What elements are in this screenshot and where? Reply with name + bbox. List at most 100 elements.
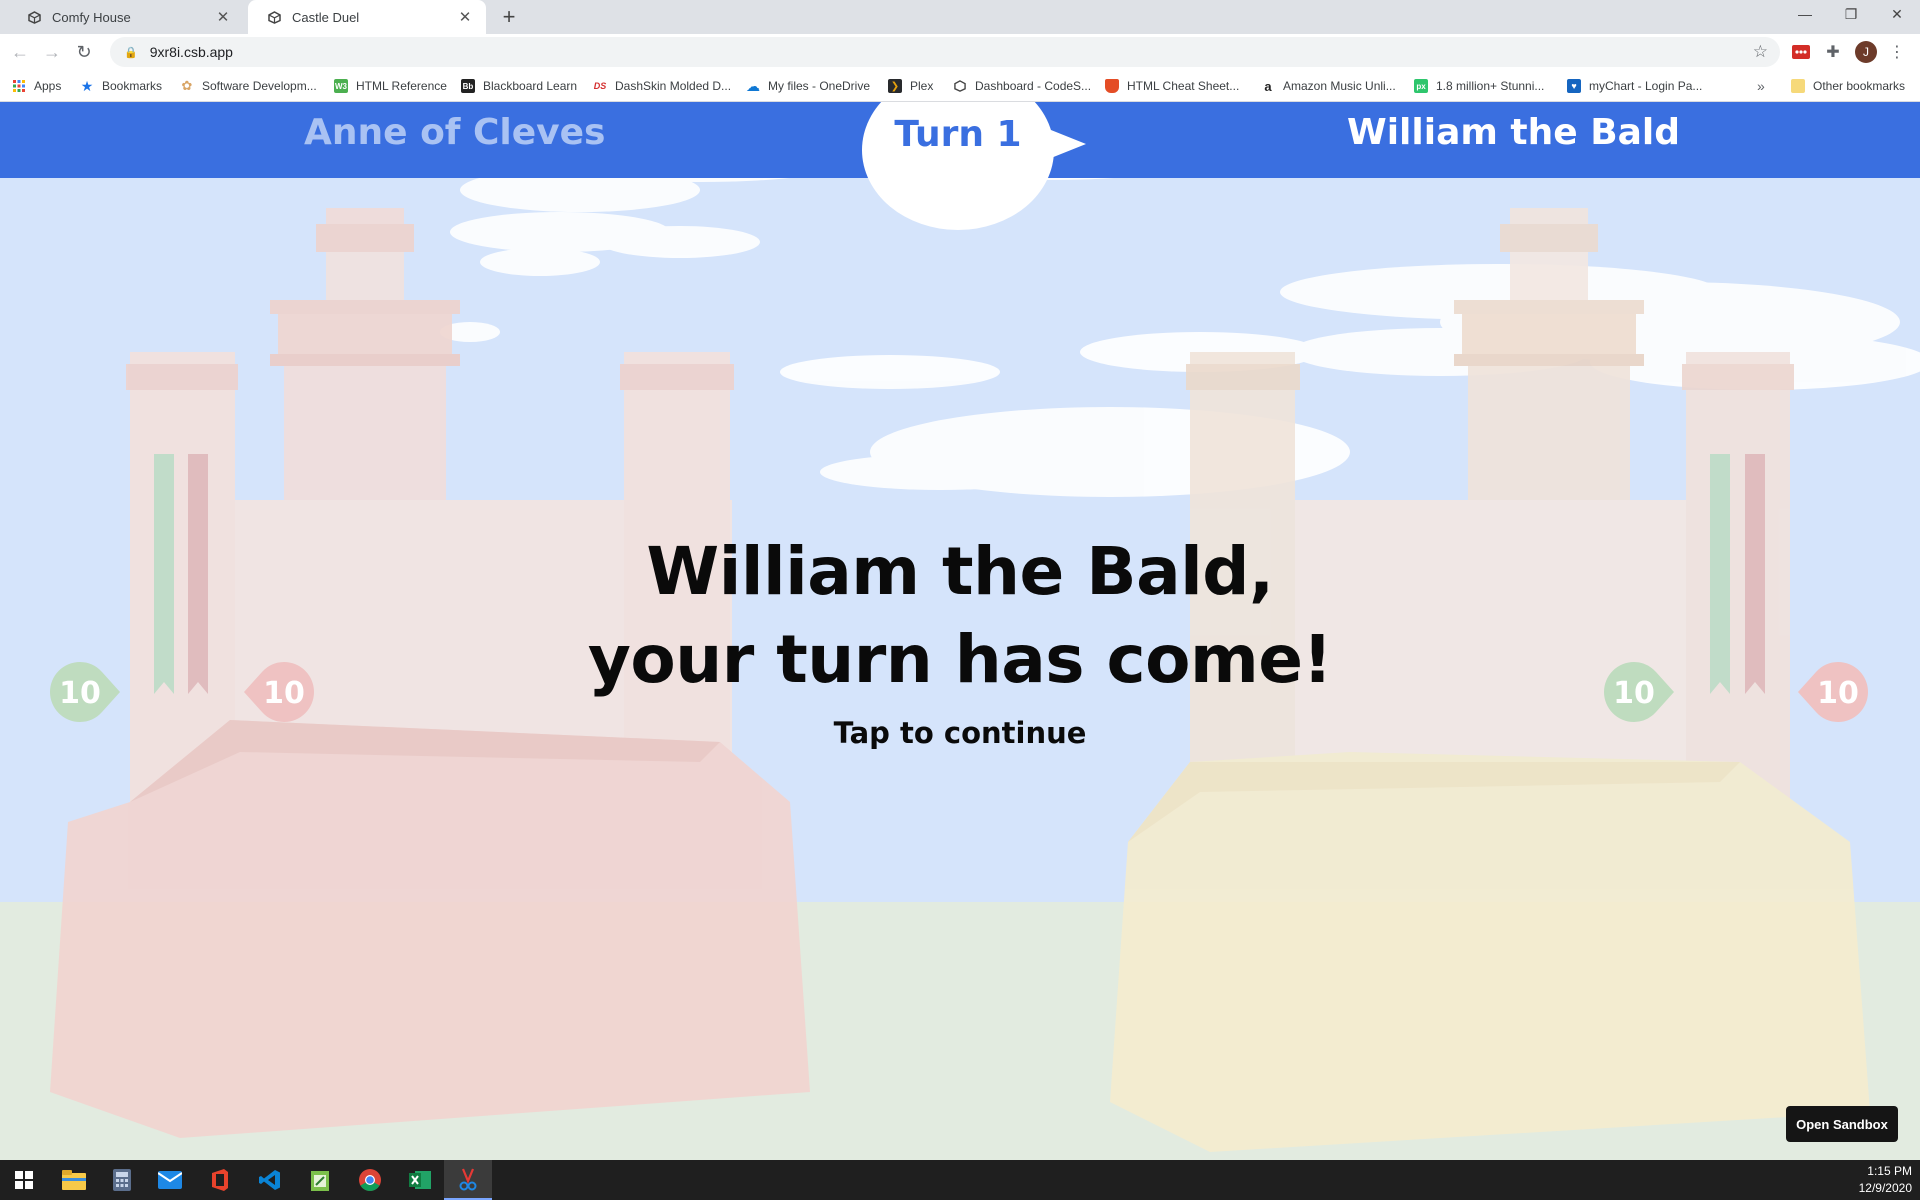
amazon-icon: a — [1264, 78, 1272, 94]
right-defense-badge: 10 — [1798, 662, 1868, 722]
bookmark-label: Blackboard Learn — [483, 79, 578, 93]
clock-date: 12/9/2020 — [1858, 1181, 1912, 1195]
left-health-value: 10 — [59, 676, 101, 711]
bookmark-label: 1.8 million+ Stunni... — [1436, 79, 1545, 93]
bookmark-label: myChart - Login Pa... — [1589, 79, 1703, 93]
bookmark-label: Software Developm... — [202, 79, 317, 93]
excel-icon[interactable] — [396, 1160, 444, 1200]
bookmark-pixabay[interactable]: px 1.8 million+ Stunni... — [1414, 77, 1544, 95]
bookmark-codesandbox-dashboard[interactable]: Dashboard - CodeS... — [953, 77, 1091, 95]
close-icon[interactable]: ✕ — [214, 8, 232, 26]
open-sandbox-button[interactable]: Open Sandbox — [1786, 1106, 1898, 1142]
bookmark-blackboard-learn[interactable]: Bb Blackboard Learn — [461, 77, 577, 95]
bookmark-label: DashSkin Molded D... — [615, 79, 732, 93]
turn-label: Turn 1 — [894, 114, 1022, 155]
turn-message-overlay[interactable]: William the Bald, your turn has come! Ta… — [460, 528, 1460, 750]
codesandbox-icon — [953, 79, 967, 93]
minimize-icon[interactable]: — — [1782, 0, 1828, 28]
flower-icon: ✿ — [181, 78, 193, 93]
bookmark-html-cheat-sheet[interactable]: HTML Cheat Sheet... — [1105, 77, 1239, 95]
bookmark-html-reference[interactable]: W3 HTML Reference — [334, 77, 447, 95]
ds-icon: DS — [593, 81, 607, 91]
vscode-icon[interactable] — [246, 1160, 294, 1200]
bookmark-label: Dashboard - CodeS... — [975, 79, 1092, 93]
bookmark-amazon-music[interactable]: a Amazon Music Unli... — [1261, 77, 1396, 95]
shield-icon — [1105, 79, 1119, 93]
right-red-banner — [1745, 454, 1765, 694]
player-left-name: Anne of Cleves — [304, 112, 606, 153]
bookmark-label: Plex — [910, 79, 934, 93]
tap-to-continue-prompt[interactable]: Tap to continue — [460, 716, 1460, 750]
tab-title: Castle Duel — [292, 9, 360, 25]
browser-toolbar: ← → ↻ 🔒 9xr8i.csb.app ☆ ✚ J ⋮ — [0, 34, 1920, 70]
codesandbox-icon — [26, 9, 42, 25]
bookmark-label: Amazon Music Unli... — [1283, 79, 1396, 93]
turn-message-line-2: your turn has come! — [587, 621, 1333, 698]
right-defense-value: 10 — [1817, 676, 1859, 711]
right-health-value: 10 — [1613, 676, 1655, 711]
bookmark-label: My files - OneDrive — [768, 79, 871, 93]
right-health-badge: 10 — [1604, 662, 1674, 722]
notepad-icon[interactable] — [296, 1160, 344, 1200]
bookmark-dashskin[interactable]: DS DashSkin Molded D... — [593, 77, 731, 95]
bookmark-bookmarks[interactable]: ★ Bookmarks — [80, 77, 162, 95]
reload-icon[interactable]: ↻ — [72, 40, 96, 64]
bookmark-mychart[interactable]: ♥ myChart - Login Pa... — [1567, 77, 1702, 95]
bookmark-apps[interactable]: Apps — [12, 77, 61, 95]
plex-icon: ❯ — [888, 79, 902, 93]
w3-icon: W3 — [334, 79, 348, 93]
calculator-icon[interactable] — [98, 1160, 146, 1200]
close-window-icon[interactable]: ✕ — [1874, 0, 1920, 28]
tab-title: Comfy House — [52, 9, 131, 25]
player-right-name: William the Bald — [1347, 112, 1681, 153]
lastpass-extension-icon[interactable] — [1791, 42, 1811, 62]
left-red-banner — [188, 454, 208, 694]
right-green-banner — [1710, 454, 1730, 694]
bookmark-star-icon[interactable]: ☆ — [1753, 42, 1768, 62]
pixabay-icon: px — [1414, 79, 1428, 93]
bookmark-label: Apps — [34, 79, 62, 93]
back-icon[interactable]: ← — [8, 40, 32, 64]
address-bar[interactable]: 🔒 9xr8i.csb.app ☆ — [110, 37, 1780, 67]
bookmark-onedrive[interactable]: ☁ My files - OneDrive — [746, 77, 870, 95]
bookmark-other-bookmarks[interactable]: Other bookmarks — [1791, 77, 1905, 95]
mychart-icon: ♥ — [1567, 79, 1581, 93]
office-icon[interactable] — [196, 1160, 244, 1200]
left-green-banner — [154, 454, 174, 694]
cloud-icon: ☁ — [746, 77, 760, 94]
bookmark-plex[interactable]: ❯ Plex — [888, 77, 933, 95]
apps-grid-icon — [12, 79, 26, 93]
bookmarks-overflow-button[interactable]: » — [1757, 77, 1765, 95]
url-text: 9xr8i.csb.app — [149, 44, 233, 60]
extensions-puzzle-icon[interactable]: ✚ — [1823, 42, 1843, 62]
bookmark-software-development[interactable]: ✿ Software Developm... — [180, 77, 317, 95]
file-explorer-icon[interactable] — [50, 1160, 98, 1200]
blackboard-icon: Bb — [461, 79, 475, 93]
tab-castle-duel[interactable]: Castle Duel ✕ — [248, 0, 486, 34]
left-defense-value: 10 — [263, 676, 305, 711]
tab-comfy-house[interactable]: Comfy House ✕ — [8, 0, 244, 34]
clock-time: 1:15 PM — [1867, 1164, 1912, 1178]
chrome-icon[interactable] — [346, 1160, 394, 1200]
menu-kebab-icon[interactable]: ⋮ — [1887, 42, 1907, 62]
windows-start-icon[interactable] — [0, 1160, 48, 1200]
forward-icon[interactable]: → — [40, 40, 64, 64]
restore-icon[interactable]: ❐ — [1828, 0, 1874, 28]
bookmark-label: HTML Reference — [356, 79, 447, 93]
lock-icon: 🔒 — [124, 46, 138, 59]
bookmark-label: Bookmarks — [102, 79, 163, 93]
browser-tab-strip: Comfy House ✕ Castle Duel ✕ + — ❐ ✕ — [0, 0, 1920, 34]
bookmark-label: Other bookmarks — [1813, 79, 1906, 93]
system-clock[interactable]: 1:15 PM 12/9/2020 — [1859, 1163, 1912, 1197]
game-viewport[interactable]: Anne of Cleves William the Bald Turn 1 1… — [0, 102, 1920, 1160]
turn-message-line-1: William the Bald, — [646, 533, 1274, 610]
close-icon[interactable]: ✕ — [456, 8, 474, 26]
avatar[interactable]: J — [1855, 41, 1877, 63]
folder-icon — [1791, 79, 1805, 93]
bookmark-label: HTML Cheat Sheet... — [1127, 79, 1240, 93]
new-tab-button[interactable]: + — [498, 6, 520, 28]
mail-icon[interactable] — [146, 1160, 194, 1200]
codesandbox-icon — [266, 9, 282, 25]
left-health-badge: 10 — [50, 662, 120, 722]
snipping-tool-icon[interactable] — [444, 1160, 492, 1200]
